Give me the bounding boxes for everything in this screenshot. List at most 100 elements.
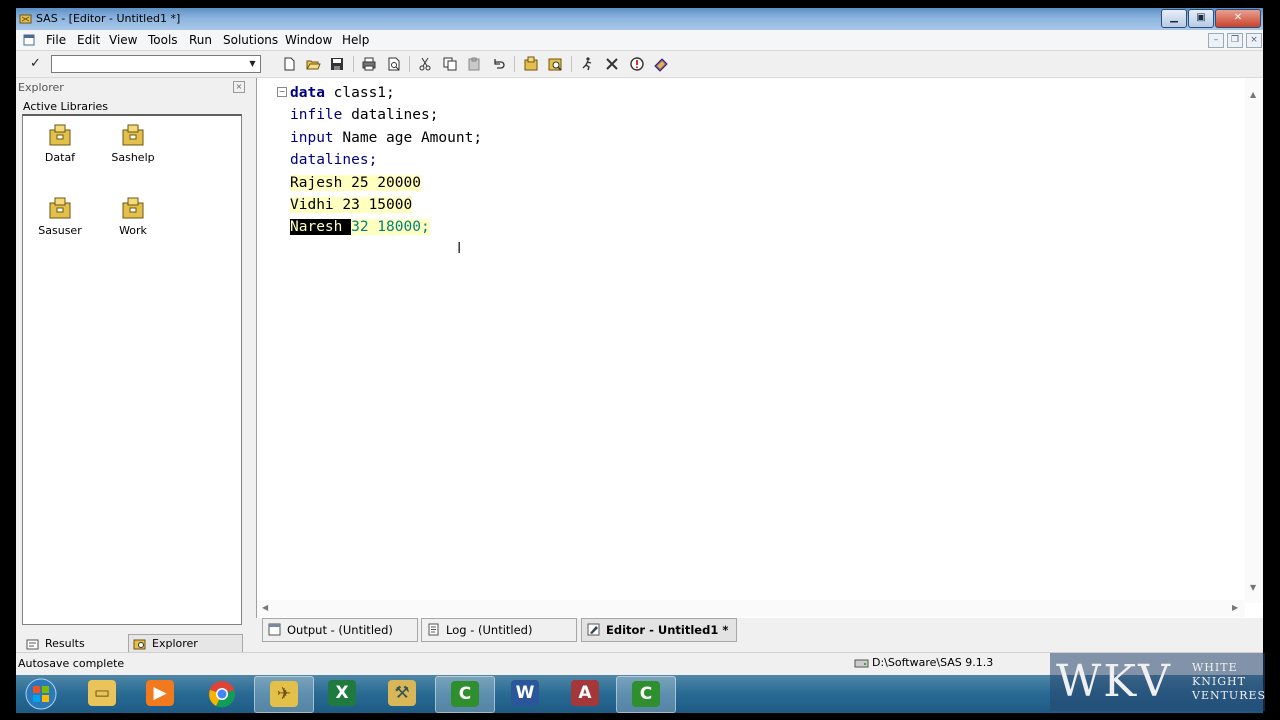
chrome-icon <box>209 681 235 708</box>
tab-log[interactable]: Log - (Untitled) <box>421 618 577 642</box>
scroll-right-icon[interactable]: ▶ <box>1232 603 1238 612</box>
code-area[interactable]: data class1; infile datalines; input Name … <box>290 82 482 239</box>
print-icon[interactable] <box>361 56 377 72</box>
libraries-icon[interactable] <box>523 56 539 72</box>
document-icon[interactable] <box>23 34 35 46</box>
camtasia-icon: C <box>451 681 479 707</box>
open-icon[interactable] <box>305 56 321 72</box>
menu-solutions[interactable]: Solutions <box>223 33 278 47</box>
toolbar: ✓ ▼ <box>16 51 1263 78</box>
checkmark-icon[interactable]: ✓ <box>30 56 41 71</box>
tools-icon: ⚒ <box>388 680 416 706</box>
sas-window: SAS - [Editor - Untitled1 *] ▁ ▣ ✕ File … <box>16 8 1263 675</box>
code-line-3: input Name age Amount; <box>290 127 482 149</box>
datalines-text: 32 18000; <box>351 219 430 236</box>
library-sasuser[interactable]: Sasuser <box>25 197 95 257</box>
tab-explorer-label: Explorer <box>152 637 198 650</box>
scroll-up-icon[interactable]: ▲ <box>1250 90 1256 99</box>
code-text: datalines; <box>342 107 439 124</box>
log-window-icon <box>428 623 439 636</box>
submit-icon[interactable] <box>579 56 595 72</box>
camtasia-recorder-icon: C <box>632 681 660 707</box>
explorer-title: Explorer <box>18 81 64 94</box>
text-cursor-icon: I <box>457 239 462 257</box>
mdi-restore-button[interactable]: ❐ <box>1227 33 1243 48</box>
windows-logo-icon <box>25 678 57 710</box>
fold-collapse-icon[interactable]: − <box>277 87 287 97</box>
break-icon[interactable] <box>629 56 645 72</box>
taskbar-file-explorer[interactable]: ▭ <box>73 676 131 711</box>
taskbar-access[interactable]: A <box>556 676 614 711</box>
menu-window[interactable]: Window <box>285 33 332 47</box>
copy-icon[interactable] <box>442 56 458 72</box>
media-player-icon: ▶ <box>146 680 174 706</box>
editor-window-icon <box>587 623 600 636</box>
vertical-scrollbar[interactable]: ▲ ▼ <box>1245 78 1263 603</box>
output-window-icon <box>268 623 281 636</box>
menu-tools[interactable]: Tools <box>148 33 178 47</box>
menu-edit[interactable]: Edit <box>77 33 100 47</box>
library-name: Work <box>119 224 147 237</box>
close-button[interactable]: ✕ <box>1215 9 1261 28</box>
minimize-button[interactable]: ▁ <box>1161 9 1187 28</box>
taskbar-network-tool[interactable]: ⚒ <box>373 676 431 711</box>
library-dataf[interactable]: Dataf <box>25 124 95 184</box>
scroll-left-icon[interactable]: ◀ <box>262 603 268 612</box>
toolbar-separator <box>514 56 515 72</box>
paste-icon[interactable] <box>466 56 482 72</box>
new-icon[interactable] <box>281 56 297 72</box>
tab-results[interactable]: Results <box>22 634 127 654</box>
current-folder-path[interactable]: D:\Software\SAS 9.1.3 <box>872 656 993 669</box>
taskbar-word[interactable]: W <box>496 676 554 711</box>
library-work[interactable]: Work <box>98 197 168 257</box>
command-box[interactable] <box>51 55 261 73</box>
menu-run[interactable]: Run <box>189 33 212 47</box>
help-icon[interactable] <box>653 56 669 72</box>
mdi-minimize-button[interactable]: – <box>1208 33 1224 48</box>
clear-icon[interactable] <box>604 56 620 72</box>
start-button[interactable] <box>16 676 66 711</box>
explorer-close-icon[interactable]: × <box>233 81 245 93</box>
taskbar-excel[interactable]: X <box>313 676 371 711</box>
print-preview-icon[interactable] <box>386 56 402 72</box>
program-editor[interactable]: − data class1; infile datalines; input Nam… <box>256 78 1263 618</box>
taskbar-chrome[interactable] <box>193 676 251 711</box>
menu-help[interactable]: Help <box>342 33 369 47</box>
wkv-logo: WKV WHITE KNIGHT VENTURES <box>1050 653 1265 711</box>
excel-icon: X <box>328 680 356 706</box>
tab-editor[interactable]: Editor - Untitled1 * <box>581 618 737 642</box>
taskbar-camtasia[interactable]: C <box>435 676 495 713</box>
undo-icon[interactable] <box>491 56 507 72</box>
library-name: Sasuser <box>38 224 82 237</box>
active-libraries-label: Active Libraries <box>23 100 109 113</box>
toolbar-separator <box>571 56 572 72</box>
cut-icon[interactable] <box>417 56 433 72</box>
menu-bar: File Edit View Tools Run Solutions Windo… <box>16 30 1263 51</box>
taskbar-camtasia-recorder[interactable]: C <box>616 676 676 713</box>
selected-text: Naresh <box>290 219 352 236</box>
save-icon[interactable] <box>329 56 345 72</box>
code-line-6: Vidhi 23 15000 <box>290 194 482 216</box>
keyword-infile: infile <box>290 107 343 124</box>
horizontal-scrollbar[interactable]: ◀ ▶ <box>257 600 1245 617</box>
code-line-2: infile datalines; <box>290 104 482 126</box>
library-name: Sashelp <box>111 151 155 164</box>
tab-output[interactable]: Output - (Untitled) <box>262 618 418 642</box>
sas-app-icon[interactable] <box>19 12 33 26</box>
menu-file[interactable]: File <box>46 33 66 47</box>
word-icon: W <box>511 680 539 706</box>
library-drawer-icon <box>49 197 71 219</box>
library-sashelp[interactable]: Sashelp <box>98 124 168 184</box>
command-dropdown-chevron-icon[interactable]: ▼ <box>246 56 259 71</box>
keyword-datalines: datalines; <box>290 152 378 169</box>
explorer-view-icon[interactable] <box>547 56 563 72</box>
maximize-button[interactable]: ▣ <box>1188 9 1214 28</box>
menu-view[interactable]: View <box>109 33 137 47</box>
tab-explorer[interactable]: Explorer <box>128 634 243 654</box>
mdi-close-button[interactable]: × <box>1246 33 1262 48</box>
taskbar-sas[interactable]: ✈ <box>254 676 314 713</box>
scroll-down-icon[interactable]: ▼ <box>1250 583 1256 592</box>
title-bar[interactable]: SAS - [Editor - Untitled1 *] ▁ ▣ ✕ <box>16 8 1263 30</box>
datalines-text: Rajesh 25 20000 <box>290 174 421 191</box>
taskbar-media-player[interactable]: ▶ <box>131 676 189 711</box>
